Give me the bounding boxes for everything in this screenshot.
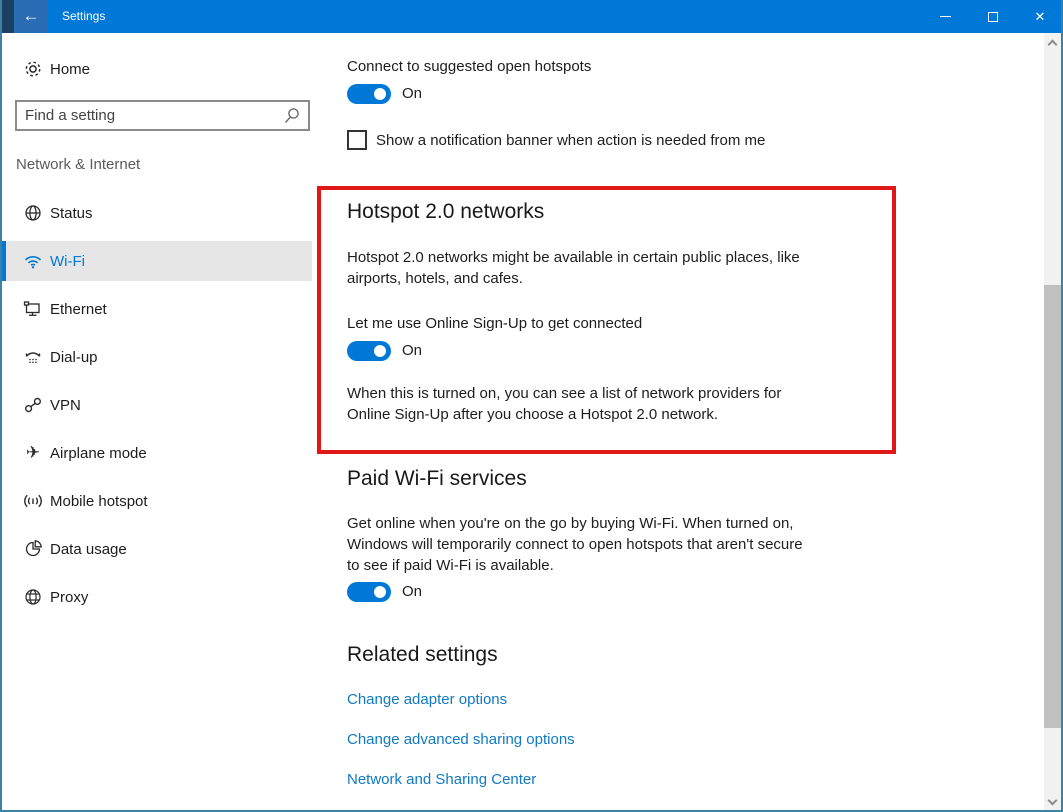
sidebar-item-wifi[interactable]: Wi-Fi: [2, 241, 312, 281]
globe-icon: [23, 203, 43, 223]
settings-window: ← Settings ✕ Home Network: [0, 0, 1063, 812]
notification-banner-label: Show a notification banner when action i…: [376, 130, 765, 151]
related-settings-heading: Related settings: [347, 643, 498, 667]
scrollbar-up-icon[interactable]: [1048, 40, 1058, 50]
sidebar-item-status[interactable]: Status: [2, 193, 312, 233]
link-change-advanced-sharing-options[interactable]: Change advanced sharing options: [347, 731, 575, 748]
sidebar-item-label: Data usage: [50, 541, 127, 558]
dialup-icon: [23, 347, 43, 367]
back-button[interactable]: ←: [14, 0, 48, 33]
sidebar-item-label: Status: [50, 205, 93, 222]
online-signup-label: Let me use Online Sign-Up to get connect…: [347, 313, 642, 334]
sidebar-item-home[interactable]: Home: [2, 49, 312, 89]
hotspot2-note: When this is turned on, you can see a li…: [347, 383, 807, 425]
sidebar-item-label: Dial-up: [50, 349, 98, 366]
sidebar-item-data-usage[interactable]: Data usage: [2, 529, 312, 569]
link-change-adapter-options[interactable]: Change adapter options: [347, 691, 507, 708]
scrollbar-down-icon[interactable]: [1048, 796, 1058, 806]
paid-wifi-heading: Paid Wi-Fi services: [347, 467, 527, 491]
ethernet-icon: [23, 299, 43, 319]
gear-icon: [23, 59, 43, 79]
sidebar-item-ethernet[interactable]: Ethernet: [2, 289, 312, 329]
hotspot2-description: Hotspot 2.0 networks might be available …: [347, 247, 817, 289]
connect-hotspots-label: Connect to suggested open hotspots: [347, 56, 591, 77]
notification-banner-checkbox[interactable]: [347, 130, 367, 150]
window-title: Settings: [62, 0, 105, 33]
data-usage-icon: [23, 539, 43, 559]
connect-hotspots-toggle[interactable]: [347, 84, 391, 104]
online-signup-toggle[interactable]: [347, 341, 391, 361]
search-box: [15, 100, 310, 131]
toggle-knob: [374, 88, 386, 100]
airplane-icon: ✈: [23, 443, 43, 463]
wifi-icon: [23, 251, 43, 271]
scrollbar[interactable]: [1044, 33, 1061, 812]
toggle-knob: [374, 345, 386, 357]
titlebar-dark-strip: [0, 0, 14, 33]
sidebar-item-proxy[interactable]: Proxy: [2, 577, 312, 617]
close-icon: ✕: [1035, 10, 1046, 23]
scrollbar-thumb[interactable]: [1044, 285, 1061, 728]
connect-hotspots-state: On: [402, 84, 422, 104]
titlebar: ← Settings ✕: [0, 0, 1063, 33]
close-button[interactable]: ✕: [1017, 0, 1063, 33]
maximize-button[interactable]: [970, 0, 1016, 33]
hotspot2-heading: Hotspot 2.0 networks: [347, 200, 544, 224]
link-network-and-sharing-center[interactable]: Network and Sharing Center: [347, 771, 536, 788]
back-arrow-icon: ←: [23, 6, 40, 25]
paid-wifi-toggle[interactable]: [347, 582, 391, 602]
vpn-icon: [23, 395, 43, 415]
paid-wifi-description: Get online when you're on the go by buyi…: [347, 513, 809, 576]
sidebar-item-mobile-hotspot[interactable]: Mobile hotspot: [2, 481, 312, 521]
search-input[interactable]: [25, 102, 275, 129]
sidebar-item-label: Airplane mode: [50, 445, 147, 462]
paid-wifi-state: On: [402, 582, 422, 602]
sidebar-section-label: Network & Internet: [16, 156, 140, 173]
sidebar-item-label: Proxy: [50, 589, 88, 606]
sidebar-item-dialup[interactable]: Dial-up: [2, 337, 312, 377]
sidebar-item-label: Wi-Fi: [50, 253, 85, 270]
maximize-icon: [988, 12, 998, 22]
proxy-globe-icon: [23, 587, 43, 607]
toggle-knob: [374, 586, 386, 598]
sidebar-item-label: Mobile hotspot: [50, 493, 148, 510]
sidebar-item-label: Home: [50, 61, 90, 78]
mobile-hotspot-icon: [23, 491, 43, 511]
sidebar-item-label: VPN: [50, 397, 81, 414]
online-signup-state: On: [402, 341, 422, 361]
minimize-button[interactable]: [922, 0, 968, 33]
sidebar-item-airplane-mode[interactable]: ✈ Airplane mode: [2, 433, 312, 473]
search-icon: [283, 107, 301, 125]
sidebar-item-label: Ethernet: [50, 301, 107, 318]
sidebar-item-vpn[interactable]: VPN: [2, 385, 312, 425]
minimize-icon: [940, 16, 951, 17]
